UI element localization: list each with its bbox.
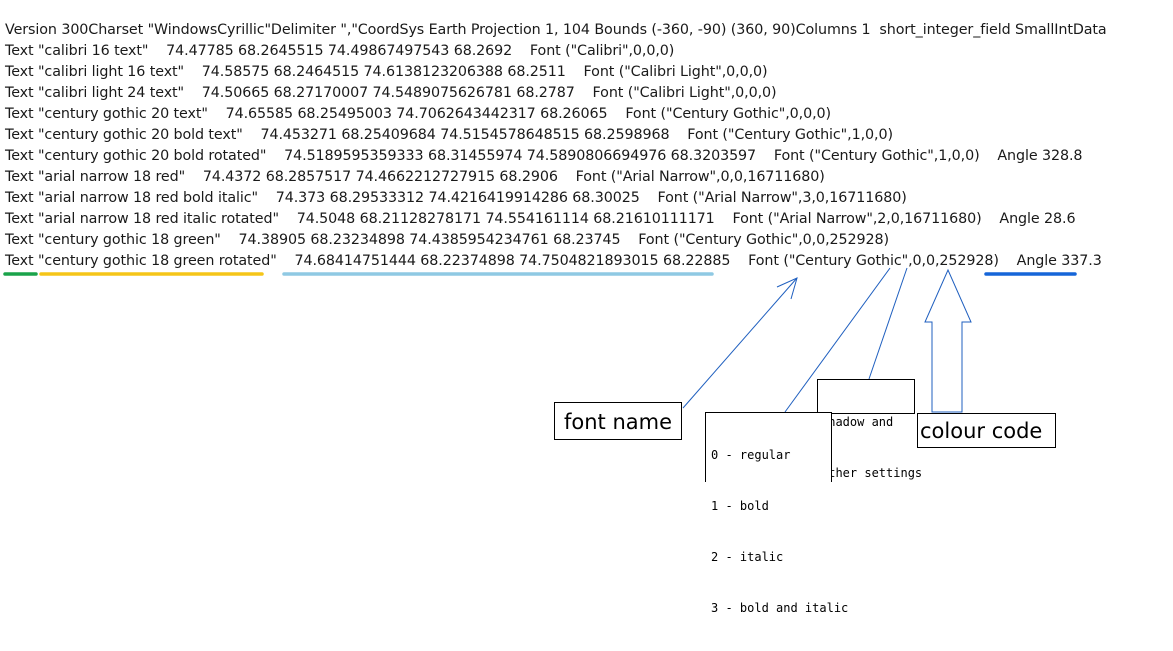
font-name-label: font name [554,402,682,440]
colour-code-label: colour code [917,413,1056,448]
colour-code-block-arrow [924,268,972,413]
style-code-item: 0 - regular [711,448,791,462]
shadow-label-line: other settings [821,466,923,480]
style-code-item: 2 - italic [711,550,784,564]
style-code-item: 3 - bold and italic [711,601,849,615]
font-name-arrow-line [682,277,798,409]
style-codes-legend: 0 - regular 1 - bold 2 - italic 3 - bold… [705,412,848,615]
diagram-canvas: Version 300Charset "WindowsCyrillic"Deli… [0,0,1173,615]
shadow-label-line: shadow and [821,415,894,429]
shadow-pointer-line [868,267,908,380]
shadow-settings-label: shadow and other settings [817,379,922,480]
style-code-item: 1 - bold [711,499,769,513]
